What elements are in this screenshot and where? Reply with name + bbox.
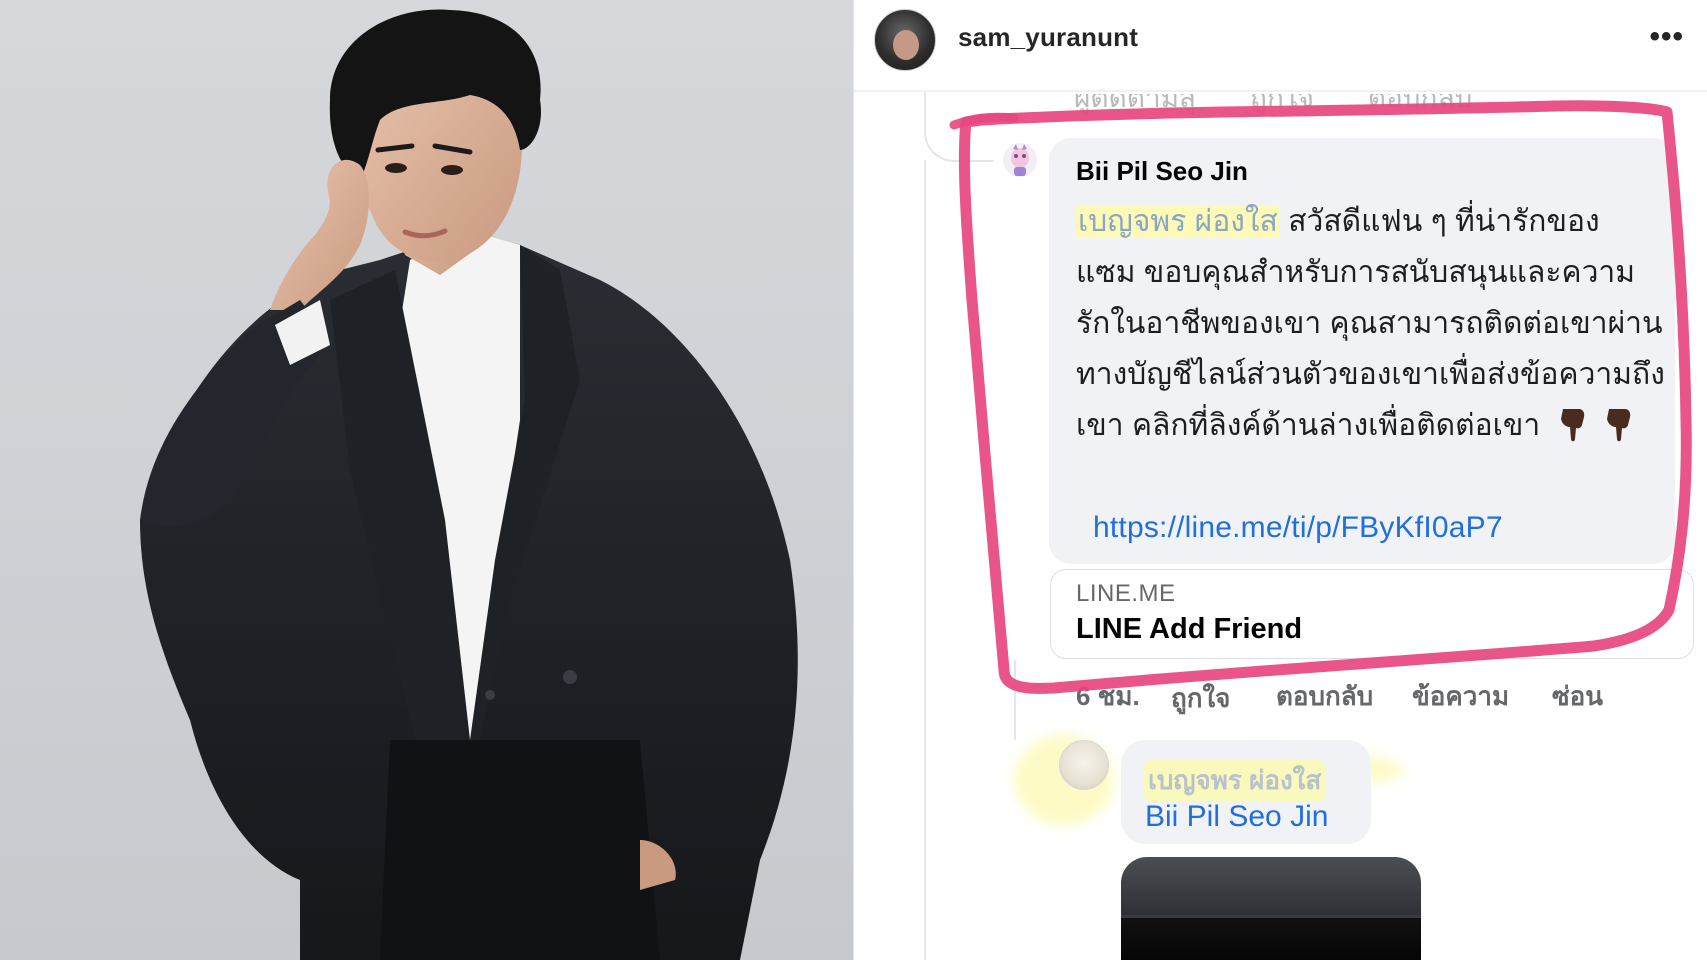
link-preview-domain: LINE.ME (1076, 580, 1176, 607)
link-preview-title[interactable]: LINE Add Friend (1076, 613, 1302, 646)
thread-line-inner (1014, 660, 1016, 740)
reply-attached-image[interactable] (1121, 857, 1421, 960)
pointing-down-icon (1606, 409, 1631, 442)
comment-timestamp: 6 ชม. (1076, 681, 1140, 711)
message-action[interactable]: ข้อความ (1412, 676, 1509, 717)
reply-name-link[interactable]: Bii Pil Seo Jin (1145, 800, 1328, 834)
comment-text-line1: สวัสดีแฟน ๆ ที่น่ารักของ (1288, 205, 1600, 238)
reply-action[interactable]: ตอบกลับ (1276, 676, 1373, 717)
comment-mention[interactable]: เบญจพร ผ่องใส (1076, 205, 1280, 238)
line-link[interactable]: https://line.me/ti/p/FByKfI0aP7 (1093, 511, 1503, 545)
commenter-avatar-icon[interactable] (1000, 140, 1040, 184)
faded-action-like: ถูกใจ (1250, 82, 1314, 113)
profile-photo (0, 0, 853, 960)
reply-avatar[interactable] (1059, 740, 1109, 790)
more-options-icon[interactable]: ••• (1649, 20, 1684, 54)
pointing-down-icon (1560, 409, 1584, 442)
reply-mention[interactable]: เบญจพร ผ่องใส (1144, 760, 1326, 801)
post-username[interactable]: sam_yuranunt (958, 22, 1138, 53)
like-action[interactable]: ถูกใจ (1171, 678, 1230, 719)
hide-action[interactable]: ซ่อน (1552, 676, 1603, 717)
thread-line-outer (924, 160, 926, 960)
thread-connector (924, 90, 994, 162)
post-screenshot: sam_yuranunt ••• ผู้ติดตามสู ถูกใจ ตอบกล… (853, 0, 1707, 960)
header-divider (854, 90, 1707, 92)
comment-text: เบญจพร ผ่องใส สวัสดีแฟน ๆ ที่น่ารักของ แ… (1076, 196, 1666, 451)
faded-action-reply: ตอบกลับ (1367, 82, 1473, 113)
profile-avatar[interactable] (874, 9, 936, 71)
man-in-suit-illustration (140, 9, 798, 960)
previous-comment-actions: ผู้ติดตามสู ถูกใจ ตอบกลับ (1074, 82, 1518, 120)
comment-author[interactable]: Bii Pil Seo Jin (1076, 156, 1248, 187)
faded-action-name: ผู้ติดตามสู (1074, 82, 1197, 113)
post-header: sam_yuranunt ••• (854, 0, 1707, 82)
